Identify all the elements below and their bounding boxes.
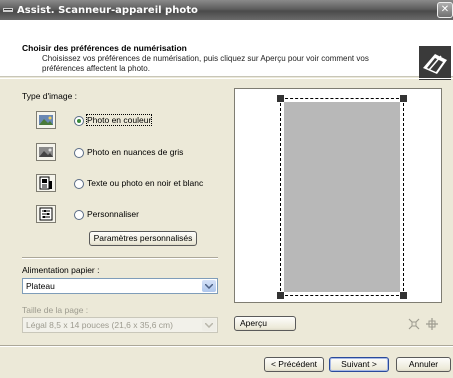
color-photo-option[interactable]: Photo en couleur xyxy=(85,114,153,126)
color-photo-icon[interactable] xyxy=(36,111,56,129)
paper-feed-label: Alimentation papier : xyxy=(22,265,100,275)
footer-divider-highlight xyxy=(0,346,453,347)
resize-handle[interactable] xyxy=(400,292,407,299)
black-white-text-icon[interactable] xyxy=(36,174,56,192)
page-size-label: Taille de la page : xyxy=(22,305,89,315)
color-photo-radio[interactable] xyxy=(74,116,84,126)
window-title-bar: Assist. Scanneur-appareil photo ✕ xyxy=(0,0,453,20)
black-white-text-radio[interactable] xyxy=(74,179,84,189)
page-size-value: Légal 8,5 x 14 pouces (21,6 x 35,6 cm) xyxy=(26,320,173,330)
custom-settings-icon[interactable] xyxy=(36,205,56,223)
grayscale-photo-radio[interactable] xyxy=(74,148,84,158)
resize-handle[interactable] xyxy=(277,95,284,102)
back-button[interactable]: < Précédent xyxy=(264,357,324,372)
image-type-label: Type d'image : xyxy=(22,91,78,101)
resize-handle[interactable] xyxy=(277,292,284,299)
scanner-camera-wizard-icon xyxy=(419,46,451,80)
black-white-text-option[interactable]: Texte ou photo en noir et blanc xyxy=(87,178,203,188)
paper-feed-value: Plateau xyxy=(26,281,55,291)
scanner-app-icon xyxy=(3,8,13,12)
header-divider xyxy=(0,78,453,79)
preview-button[interactable]: Aperçu xyxy=(234,316,296,331)
wizard-header: Choisir des préférences de numérisation … xyxy=(0,20,453,80)
crop-handles-icon[interactable] xyxy=(426,318,438,330)
chevron-down-icon xyxy=(202,319,216,331)
page-size-select[interactable]: Légal 8,5 x 14 pouces (21,6 x 35,6 cm) xyxy=(22,317,218,333)
section-divider-highlight xyxy=(22,258,218,259)
resize-handle[interactable] xyxy=(400,95,407,102)
zoom-to-fit-icon[interactable] xyxy=(408,318,420,330)
paper-feed-select[interactable]: Plateau xyxy=(22,278,218,294)
window-title: Assist. Scanneur-appareil photo xyxy=(17,4,198,16)
cancel-button[interactable]: Annuler xyxy=(396,357,451,372)
chevron-down-icon[interactable] xyxy=(202,280,216,292)
page-description: Choisissez vos préférences de numérisati… xyxy=(42,54,369,73)
next-button[interactable]: Suivant > xyxy=(329,357,389,372)
custom-option[interactable]: Personnaliser xyxy=(87,209,139,219)
custom-settings-button[interactable]: Paramètres personnalisés xyxy=(89,231,197,246)
grayscale-photo-option[interactable]: Photo en nuances de gris xyxy=(87,147,183,157)
custom-radio[interactable] xyxy=(74,210,84,220)
grayscale-photo-icon[interactable] xyxy=(36,143,56,161)
scan-selection-box[interactable] xyxy=(280,98,404,296)
page-title: Choisir des préférences de numérisation xyxy=(22,43,187,53)
close-button[interactable]: ✕ xyxy=(437,2,453,18)
